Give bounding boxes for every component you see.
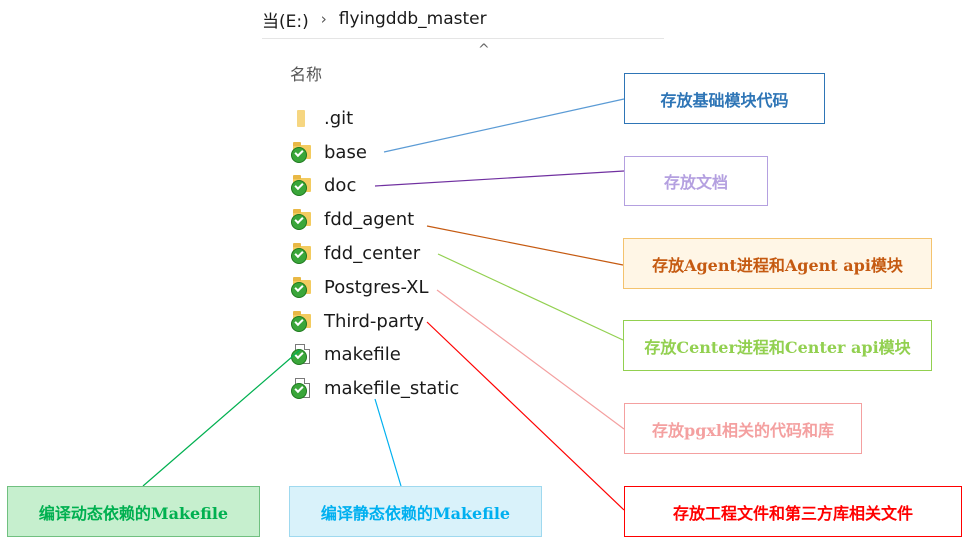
connector-doc xyxy=(374,170,625,187)
connector-center xyxy=(437,253,624,341)
callout-base: 存放基础模块代码 xyxy=(624,73,825,124)
callout-doc: 存放文档 xyxy=(624,156,768,206)
connector-pgxl xyxy=(436,289,625,430)
callout-third-party: 存放工程文件和第三方库相关文件 xyxy=(624,486,962,537)
callout-pgxl: 存放pgxl相关的代码和库 xyxy=(624,403,862,454)
callout-makefile: 编译动态依赖的Makefile xyxy=(7,486,260,537)
connector-third xyxy=(426,321,625,511)
callout-agent: 存放Agent进程和Agent api模块 xyxy=(623,238,932,289)
connector-makefile xyxy=(142,349,301,487)
connector-agent xyxy=(426,225,624,266)
callout-center: 存放Center进程和Center api模块 xyxy=(623,320,932,371)
connector-makefile-static xyxy=(374,398,402,487)
callout-makefile-static: 编译静态依赖的Makefile xyxy=(289,486,542,537)
connector-base xyxy=(383,98,625,153)
